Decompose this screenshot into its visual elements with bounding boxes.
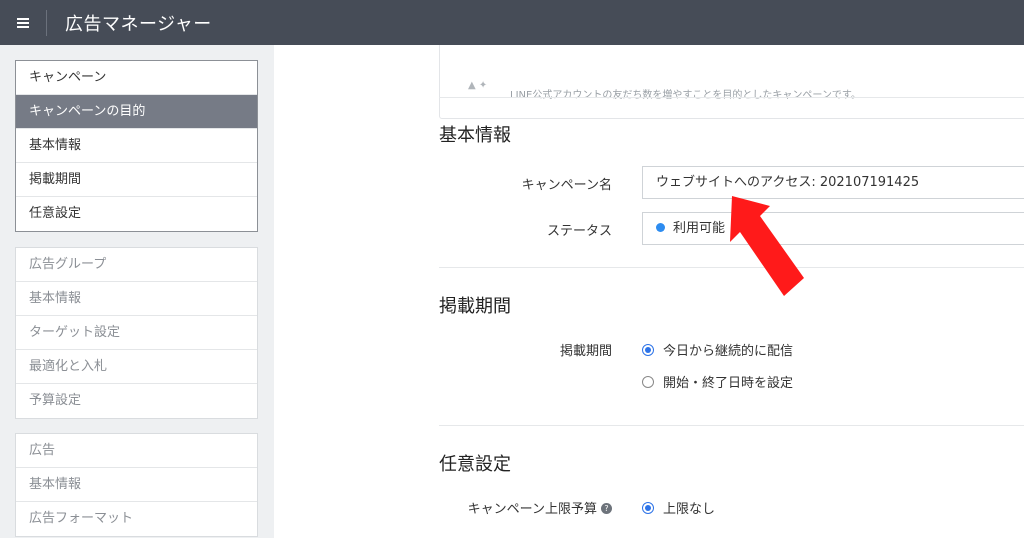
schedule-label: 掲載期間: [559, 344, 612, 359]
campaign-name-label: キャンペーン名: [521, 178, 612, 193]
sidebar-item-campaign[interactable]: キャンペーン: [16, 61, 257, 95]
sidebar-item-ad-format[interactable]: 広告フォーマット: [16, 502, 257, 536]
objective-icon: ▲ ✦: [468, 80, 488, 91]
sidebar-item-campaign-optional[interactable]: 任意設定: [16, 197, 257, 231]
nav-group-campaign: キャンペーン キャンペーンの目的 基本情報 掲載期間 任意設定: [15, 60, 258, 232]
status-label: ステータス: [546, 224, 612, 239]
campaign-name-input[interactable]: ウェブサイトへのアクセス: 202107191425: [642, 166, 1024, 199]
nav-group-ad: 広告 基本情報 広告フォーマット: [15, 433, 258, 537]
sidebar-item-adgroup-targeting[interactable]: ターゲット設定: [16, 316, 257, 350]
budget-option-unlimited[interactable]: 上限なし: [642, 498, 715, 517]
app-title: 広告マネージャー: [65, 13, 212, 35]
hamburger-menu-button[interactable]: [0, 0, 46, 45]
nav-group-adgroup: 広告グループ 基本情報 ターゲット設定 最適化と入札 予算設定: [15, 247, 258, 419]
hamburger-icon: [17, 17, 29, 28]
schedule-option-set-dates[interactable]: 開始・終了日時を設定: [642, 372, 793, 391]
sidebar-item-ad-basic-info[interactable]: 基本情報: [16, 468, 257, 502]
sidebar-item-adgroup-budget[interactable]: 予算設定: [16, 384, 257, 418]
section-divider: [439, 97, 1024, 98]
sidebar: キャンペーン キャンペーンの目的 基本情報 掲載期間 任意設定 広告グループ 基…: [0, 45, 274, 538]
sidebar-item-adgroup-basic-info[interactable]: 基本情報: [16, 282, 257, 316]
budget-cap-label-text: キャンペーン上限予算: [467, 502, 597, 517]
red-pointer-arrow-icon: [730, 196, 804, 296]
schedule-option-label: 今日から継続的に配信: [663, 344, 794, 359]
header-divider: [46, 9, 47, 36]
section-divider: [439, 425, 1024, 426]
status-field[interactable]: 利用可能: [642, 212, 1024, 245]
status-value: 利用可能: [673, 221, 726, 236]
question-circle-icon[interactable]: ?: [601, 503, 612, 514]
radio-unchecked-icon[interactable]: [642, 375, 654, 388]
sidebar-item-campaign-basic-info[interactable]: 基本情報: [16, 129, 257, 163]
sidebar-item-ad[interactable]: 広告: [16, 434, 257, 468]
status-dot-icon: [656, 223, 665, 232]
schedule-section-title: 掲載期間: [439, 296, 511, 317]
schedule-option-label: 開始・終了日時を設定: [663, 376, 794, 391]
sidebar-item-campaign-schedule[interactable]: 掲載期間: [16, 163, 257, 197]
sidebar-item-campaign-objective[interactable]: キャンペーンの目的: [16, 95, 257, 129]
top-header-bar: 広告マネージャー: [0, 0, 1024, 45]
main-content: ▲ ✦ LINE公式アカウントの友だち数を増やすことを目的としたキャンペーンです…: [274, 45, 1024, 538]
schedule-option-continuous[interactable]: 今日から継続的に配信: [642, 340, 793, 359]
radio-checked-icon[interactable]: [642, 343, 654, 356]
budget-option-label: 上限なし: [663, 502, 716, 517]
objective-description: LINE公式アカウントの友だち数を増やすことを目的としたキャンペーンです。: [510, 90, 861, 101]
basic-info-section-title: 基本情報: [439, 125, 511, 146]
sidebar-item-adgroup[interactable]: 広告グループ: [16, 248, 257, 282]
optional-section-title: 任意設定: [439, 454, 511, 475]
budget-cap-label: キャンペーン上限予算?: [274, 498, 612, 517]
objective-option-card[interactable]: ▲ ✦ LINE公式アカウントの友だち数を増やすことを目的としたキャンペーンです…: [439, 45, 1024, 119]
radio-checked-icon[interactable]: [642, 501, 654, 514]
sidebar-item-adgroup-bidding[interactable]: 最適化と入札: [16, 350, 257, 384]
